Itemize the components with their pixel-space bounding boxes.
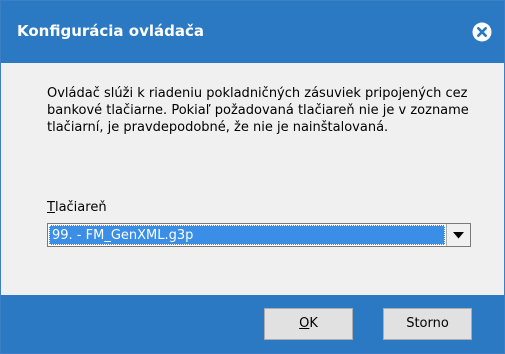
printer-select-value: 99. - FM_GenXML.g3p — [49, 225, 445, 245]
cancel-button[interactable]: Storno — [383, 308, 472, 340]
printer-label-accel: T — [47, 200, 55, 215]
ok-rest: K — [309, 316, 318, 331]
printer-select-dropdown-button[interactable] — [446, 224, 470, 246]
dialog-title: Konfigurácia ovládača — [17, 22, 204, 40]
printer-label-rest: lačiareň — [54, 200, 107, 215]
description-text: Ovládač slúži k riadeniu pokladničných z… — [47, 86, 469, 135]
close-circle-icon — [472, 22, 492, 42]
config-dialog: Konfigurácia ovládača Ovládač slúži k ri… — [0, 0, 505, 354]
dialog-body: Ovládač slúži k riadeniu pokladničných z… — [1, 63, 504, 295]
ok-button[interactable]: OK — [264, 308, 353, 340]
close-button[interactable] — [472, 22, 492, 42]
chevron-down-icon — [453, 231, 464, 238]
title-bar[interactable]: Konfigurácia ovládača — [1, 1, 504, 63]
button-bar: OK Storno — [1, 295, 504, 353]
printer-select[interactable]: 99. - FM_GenXML.g3p — [47, 223, 471, 247]
printer-label: Tlačiareň — [47, 200, 107, 215]
ok-accel: O — [299, 316, 310, 331]
